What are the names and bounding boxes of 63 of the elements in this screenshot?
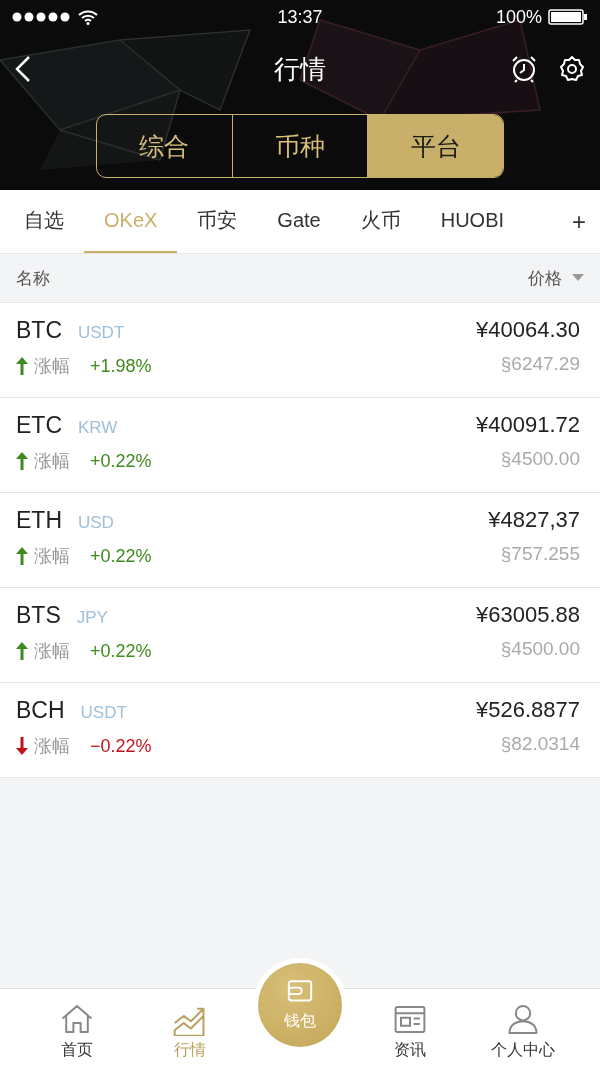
down-arrow-icon [16,737,28,755]
change-label: 涨幅 [34,735,70,758]
quote-currency: USDT [80,703,127,723]
column-header: 名称 [16,267,50,290]
segment-tab[interactable]: 综合 [97,115,232,177]
up-arrow-icon [16,452,28,470]
price: ¥4827,37 [488,507,580,533]
battery-icon [548,9,588,25]
back-icon[interactable] [14,55,32,83]
exchange-tab[interactable]: 火币 [340,190,421,253]
nav-tab[interactable]: 个人中心 [478,989,569,1067]
price: ¥63005.88 [476,602,580,628]
coin-row[interactable]: BTS JPY 涨幅 +0.22% ¥63005.88 §4500.00 [0,588,600,683]
nav-tab[interactable]: 资讯 [365,989,456,1067]
quote-currency: USDT [78,323,125,343]
quote-currency: JPY [76,608,108,628]
battery-percent: 100% [495,6,542,28]
up-arrow-icon [16,357,28,375]
change-percent: +0.22% [90,545,152,567]
change-label: 涨幅 [34,545,70,568]
signal-icon [12,12,72,22]
converted-price: §6247.29 [500,353,580,375]
converted-price: §757.255 [500,543,580,565]
coin-row[interactable]: BTC USDT 涨幅 +1.98% ¥40064.30 §6247.29 [0,303,600,398]
exchange-tab[interactable]: HUOBI [420,190,525,253]
settings-icon[interactable] [558,55,586,83]
price: ¥526.8877 [476,697,580,723]
wifi-icon [78,9,98,25]
nav-tab[interactable]: 首页 [31,989,122,1067]
coin-row[interactable]: BCH USDT 涨幅 −0.22% ¥526.8877 §82.0314 [0,683,600,778]
price: ¥40064.30 [476,317,580,343]
change-label: 涨幅 [34,355,70,378]
up-arrow-icon [16,547,28,565]
column-header[interactable]: 价格 [528,266,562,290]
converted-price: §82.0314 [500,733,580,755]
quote-currency: USD [78,513,114,533]
page-title: 行情 [274,52,326,86]
quote-currency: KRW [78,418,118,438]
price: ¥40091.72 [476,412,580,438]
sort-caret-icon[interactable] [572,274,584,282]
exchange-tab[interactable]: 币安 [177,190,258,253]
change-percent: −0.22% [90,735,152,757]
change-label: 涨幅 [34,640,70,663]
converted-price: §4500.00 [500,638,580,660]
up-arrow-icon [16,642,28,660]
change-percent: +0.22% [90,450,152,472]
coin-symbol: ETC [16,412,62,439]
change-percent: +0.22% [90,640,152,662]
converted-price: §4500.00 [500,448,580,470]
alarm-clock-icon[interactable] [510,55,538,83]
add-tab-button[interactable]: + [562,190,596,253]
segment-tab[interactable]: 平台 [367,115,503,177]
status-time: 13:37 [277,6,323,28]
change-percent: +1.98% [90,355,152,377]
coin-symbol: BTS [16,602,61,629]
exchange-tab[interactable]: Gate [257,190,341,253]
coin-row[interactable]: ETH USD 涨幅 +0.22% ¥4827,37 §757.255 [0,493,600,588]
change-label: 涨幅 [34,450,70,473]
coin-symbol: BTC [16,317,62,344]
exchange-tab[interactable]: 自选 [12,190,84,253]
coin-symbol: ETH [16,507,62,534]
coin-symbol: BCH [16,697,65,724]
coin-row[interactable]: ETC KRW 涨幅 +0.22% ¥40091.72 §4500.00 [0,398,600,493]
